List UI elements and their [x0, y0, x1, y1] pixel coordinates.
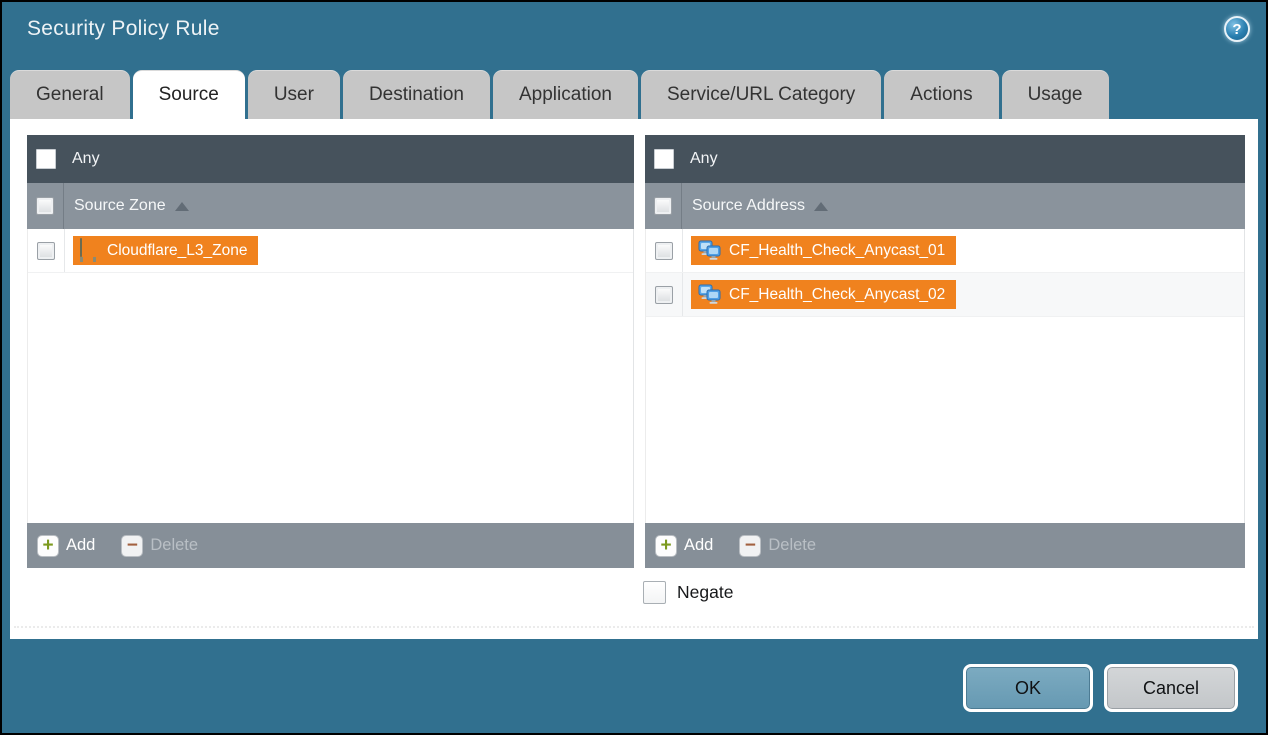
table-row: Cloudflare_L3_Zone [28, 229, 633, 273]
object-label: Cloudflare_L3_Zone [107, 242, 247, 260]
zone-icon [80, 239, 100, 262]
sort-asc-icon [814, 202, 828, 211]
negate-checkbox[interactable] [643, 581, 666, 604]
tab-service-url-category[interactable]: Service/URL Category [641, 70, 881, 119]
source-zone-any-checkbox[interactable] [36, 149, 56, 169]
row-checkbox[interactable] [655, 242, 673, 260]
source-address-add-button[interactable]: + Add [655, 535, 713, 557]
tab-user[interactable]: User [248, 70, 340, 119]
row-checkbox[interactable] [37, 242, 55, 260]
add-icon: + [655, 535, 677, 557]
object-chip[interactable]: Cloudflare_L3_Zone [73, 236, 258, 265]
security-policy-rule-dialog: Security Policy Rule ? GeneralSourceUser… [2, 2, 1266, 733]
object-chip[interactable]: CF_Health_Check_Anycast_02 [691, 280, 956, 309]
source-address-any-bar: Any [645, 135, 1245, 183]
source-zone-panel: Any Source Zone Cloudflare_L3_Zone + Add… [27, 135, 634, 568]
resize-grip[interactable] [14, 626, 1254, 628]
source-address-delete-button[interactable]: − Delete [739, 535, 816, 557]
cancel-button[interactable]: Cancel [1104, 664, 1238, 712]
tab-general[interactable]: General [10, 70, 130, 119]
source-address-column-title: Source Address [692, 197, 805, 215]
address-icon [698, 284, 722, 305]
tab-destination[interactable]: Destination [343, 70, 490, 119]
table-row: CF_Health_Check_Anycast_01 [646, 229, 1244, 273]
negate-label: Negate [677, 582, 733, 603]
ok-button[interactable]: OK [963, 664, 1093, 712]
source-zone-column-header[interactable]: Source Zone [27, 183, 634, 229]
delete-icon: − [739, 535, 761, 557]
source-zone-list: Cloudflare_L3_Zone [27, 229, 634, 523]
source-address-list: CF_Health_Check_Anycast_01 CF_Health_Chec… [645, 229, 1245, 523]
source-zone-toolbar: + Add − Delete [27, 523, 634, 568]
source-zone-column-title: Source Zone [74, 197, 166, 215]
tab-bar: GeneralSourceUserDestinationApplicationS… [10, 70, 1258, 119]
help-icon[interactable]: ? [1224, 16, 1250, 42]
source-address-any-checkbox[interactable] [654, 149, 674, 169]
tab-source[interactable]: Source [133, 70, 245, 119]
tab-actions[interactable]: Actions [884, 70, 998, 119]
object-label: CF_Health_Check_Anycast_02 [729, 286, 945, 304]
source-zone-any-label: Any [72, 150, 100, 168]
source-zone-add-button[interactable]: + Add [37, 535, 95, 557]
dialog-title: Security Policy Rule [27, 17, 220, 41]
sort-asc-icon [175, 202, 189, 211]
source-zone-select-all-checkbox[interactable] [36, 197, 54, 215]
source-address-any-label: Any [690, 150, 718, 168]
dialog-content: Any Source Zone Cloudflare_L3_Zone + Add… [10, 119, 1258, 639]
source-address-select-all-checkbox[interactable] [654, 197, 672, 215]
source-zone-delete-button[interactable]: − Delete [121, 535, 198, 557]
delete-icon: − [121, 535, 143, 557]
row-checkbox[interactable] [655, 286, 673, 304]
object-chip[interactable]: CF_Health_Check_Anycast_01 [691, 236, 956, 265]
negate-option: Negate [643, 581, 733, 604]
source-address-panel: Any Source Address CF_Health_Check_Anyca… [645, 135, 1245, 568]
tab-application[interactable]: Application [493, 70, 638, 119]
source-zone-any-bar: Any [27, 135, 634, 183]
source-address-column-header[interactable]: Source Address [645, 183, 1245, 229]
add-icon: + [37, 535, 59, 557]
source-address-toolbar: + Add − Delete [645, 523, 1245, 568]
tab-usage[interactable]: Usage [1002, 70, 1109, 119]
object-label: CF_Health_Check_Anycast_01 [729, 242, 945, 260]
table-row: CF_Health_Check_Anycast_02 [646, 273, 1244, 317]
address-icon [698, 240, 722, 261]
